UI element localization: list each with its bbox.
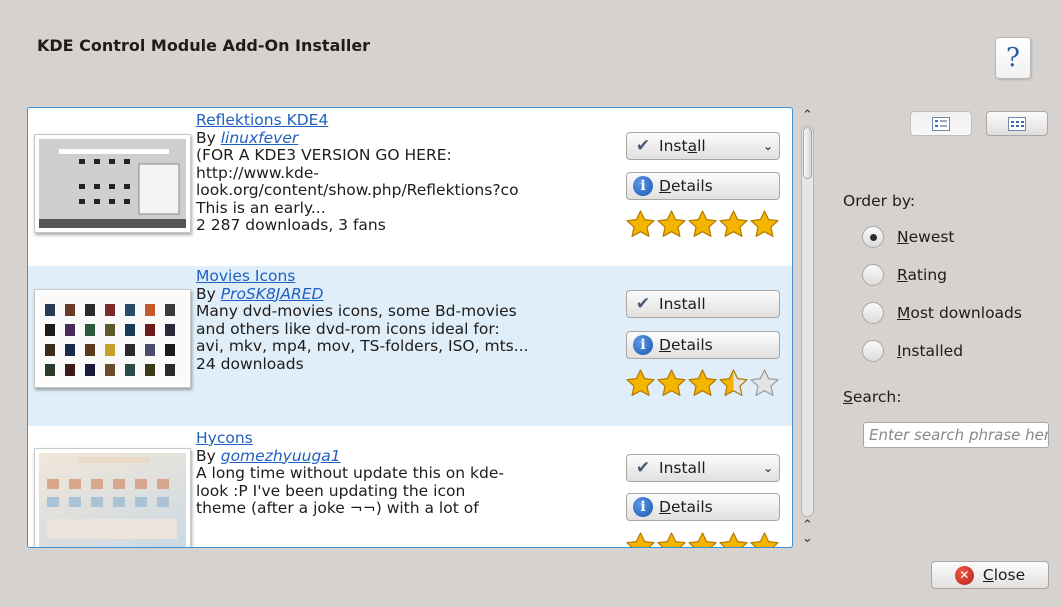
radio-indicator[interactable]	[862, 302, 884, 324]
info-icon: i	[633, 176, 653, 196]
addon-name-link[interactable]: Reflektions KDE4	[196, 111, 616, 130]
close-icon: ✕	[954, 565, 974, 585]
install-label: Install	[659, 137, 706, 155]
author-link[interactable]: ProSK8JARED	[221, 285, 324, 303]
details-label: Details	[659, 498, 713, 516]
star-full-icon	[626, 369, 655, 396]
star-full-icon	[657, 369, 686, 396]
scrollbar-thumb[interactable]	[803, 127, 812, 179]
install-label: Install	[659, 295, 706, 313]
addon-description: A long time without update this on kde- …	[196, 464, 504, 517]
star-full-icon	[750, 532, 779, 547]
scrollbar-groove[interactable]	[801, 125, 814, 517]
details-button[interactable]: i Details	[626, 493, 780, 521]
install-button[interactable]: ✔ Install ⌄	[626, 454, 780, 482]
radio-most-downloads[interactable]: Most downloads	[862, 299, 1022, 327]
rating-stars	[625, 368, 780, 398]
by-prefix: By	[196, 284, 221, 303]
addon-author-line: By gomezhyuuga1	[196, 446, 616, 466]
radio-label: Newest	[897, 228, 955, 246]
check-icon: ✔	[635, 458, 651, 478]
radio-indicator[interactable]	[862, 340, 884, 362]
radio-label: Installed	[897, 342, 964, 360]
star-full-icon	[719, 210, 748, 237]
radio-indicator[interactable]	[862, 226, 884, 248]
star-full-icon	[688, 210, 717, 237]
by-prefix: By	[196, 446, 221, 465]
star-full-icon	[626, 210, 655, 237]
help-button[interactable]: ?	[995, 37, 1031, 79]
star-empty-icon	[750, 369, 779, 396]
radio-installed[interactable]: Installed	[862, 337, 963, 365]
addon-description: Many dvd-movies icons, some Bd-movies an…	[196, 302, 529, 355]
help-icon: ?	[1006, 43, 1020, 73]
list-item[interactable]: Movies Icons By ProSK8JARED Many dvd-mov…	[28, 266, 792, 426]
details-label: Details	[659, 336, 713, 354]
install-button[interactable]: ✔ Install	[626, 290, 780, 318]
check-icon: ✔	[635, 294, 651, 314]
details-label: Details	[659, 177, 713, 195]
addon-thumbnail	[34, 289, 191, 388]
addon-name-link[interactable]: Movies Icons	[196, 267, 616, 286]
addon-author-line: By linuxfever	[196, 128, 616, 148]
addon-downloads: 24 downloads	[196, 354, 304, 373]
by-prefix: By	[196, 128, 221, 147]
star-full-icon	[719, 532, 748, 547]
order-by-label: Order by:	[843, 192, 916, 210]
info-icon: i	[633, 497, 653, 517]
chevron-down-icon: ⌄	[762, 139, 773, 153]
radio-label: Rating	[897, 266, 947, 284]
list-item[interactable]: Reflektions KDE4 By linuxfever (FOR A KD…	[28, 108, 792, 267]
info-icon: i	[633, 335, 653, 355]
star-full-icon	[688, 532, 717, 547]
details-button[interactable]: i Details	[626, 172, 780, 200]
addon-downloads: 2 287 downloads, 3 fans	[196, 216, 386, 234]
grid-view-icon	[1008, 116, 1026, 131]
radio-indicator[interactable]	[862, 264, 884, 286]
install-label: Install	[659, 459, 706, 477]
star-full-icon	[657, 210, 686, 237]
star-full-icon	[626, 532, 655, 547]
addon-description: (FOR A KDE3 VERSION GO HERE: http://www.…	[196, 146, 519, 217]
addon-thumbnail	[34, 448, 191, 547]
scroll-down-icon[interactable]: ⌄	[799, 532, 816, 546]
star-full-icon	[750, 210, 779, 237]
addon-thumbnail	[34, 134, 191, 233]
dialog-title: KDE Control Module Add-On Installer	[37, 36, 371, 55]
scroll-up-icon[interactable]: ⌃	[799, 109, 816, 123]
star-full-icon	[657, 532, 686, 547]
list-view-icon	[932, 116, 950, 131]
icon-view-button[interactable]	[986, 111, 1048, 136]
search-input[interactable]	[863, 422, 1049, 448]
addon-list[interactable]: Reflektions KDE4 By linuxfever (FOR A KD…	[27, 107, 793, 548]
rating-stars	[625, 209, 780, 239]
addon-name-link[interactable]: Hycons	[196, 429, 616, 448]
radio-newest[interactable]: Newest	[862, 223, 955, 251]
detail-view-button[interactable]	[910, 111, 972, 136]
list-item[interactable]: Hycons By gomezhyuuga1 A long time witho…	[28, 426, 792, 547]
author-link[interactable]: linuxfever	[221, 129, 299, 147]
addon-author-line: By ProSK8JARED	[196, 284, 616, 304]
install-button[interactable]: ✔ Install ⌄	[626, 132, 780, 160]
radio-label: Most downloads	[897, 304, 1022, 322]
rating-stars	[625, 531, 780, 547]
star-half-icon	[719, 369, 748, 396]
details-button[interactable]: i Details	[626, 331, 780, 359]
radio-rating[interactable]: Rating	[862, 261, 947, 289]
search-label: Search:	[843, 388, 902, 406]
close-button[interactable]: ✕ Close	[931, 561, 1049, 589]
chevron-down-icon: ⌄	[762, 461, 773, 475]
author-link[interactable]: gomezhyuuga1	[221, 447, 341, 465]
close-label: Close	[982, 566, 1026, 584]
vertical-scrollbar[interactable]: ⌃ ⌃ ⌄	[799, 107, 816, 548]
star-full-icon	[688, 369, 717, 396]
check-icon: ✔	[635, 136, 651, 156]
